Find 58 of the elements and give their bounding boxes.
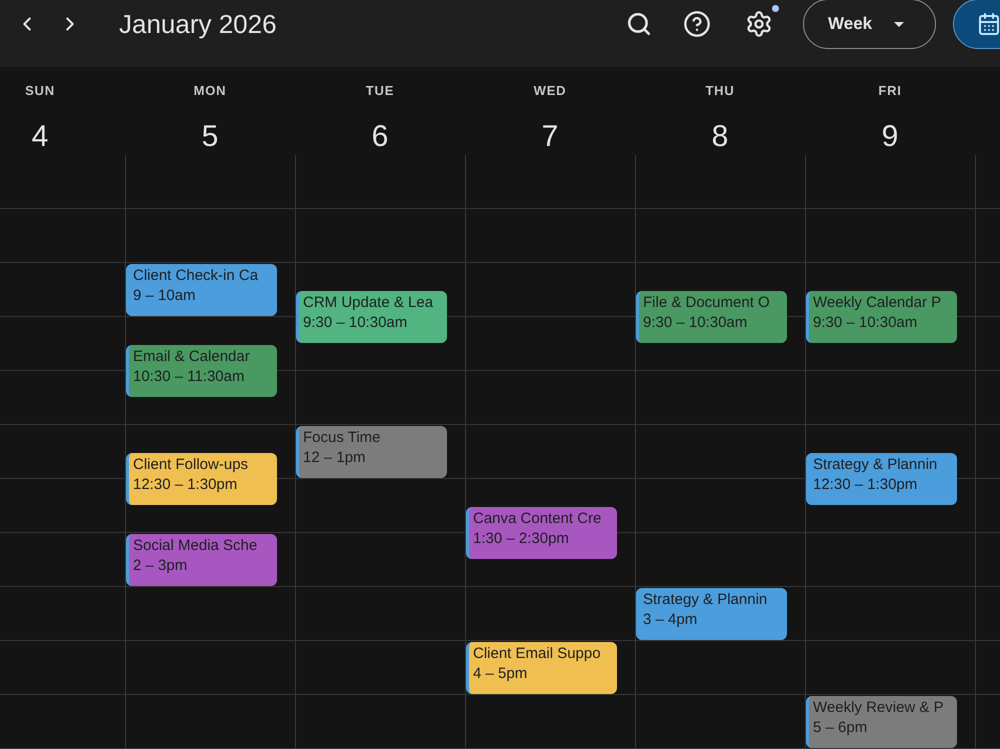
event-time: 12:30 – 1:30pm xyxy=(133,475,238,495)
event-card[interactable]: Client Email Suppo 4 – 5pm xyxy=(466,642,617,694)
event-title: Client Check-in Ca xyxy=(133,266,260,286)
help-icon xyxy=(683,10,711,38)
event-card[interactable]: Focus Time 12 – 1pm xyxy=(296,426,447,478)
event-card[interactable]: Strategy & Plannin 12:30 – 1:30pm xyxy=(806,453,957,505)
date-number[interactable]: 5 xyxy=(202,120,218,154)
event-title: File & Document O xyxy=(643,293,771,313)
weekday-label: MON xyxy=(194,82,226,100)
weekday-label: SUN xyxy=(25,82,55,100)
event-title: CRM Update & Lea xyxy=(303,293,434,313)
weekday-label: TUE xyxy=(366,82,394,100)
event-time: 2 – 3pm xyxy=(133,556,188,576)
event-card[interactable]: Weekly Calendar P 9:30 – 10:30am xyxy=(806,291,957,343)
weekday-label: WED xyxy=(534,82,566,100)
event-title: Strategy & Plannin xyxy=(643,590,768,610)
event-time: 9:30 – 10:30am xyxy=(303,313,408,333)
event-title: Social Media Sche xyxy=(133,536,258,556)
month-title: January 2026 xyxy=(119,8,277,41)
event-card[interactable]: Canva Content Cre 1:30 – 2:30pm xyxy=(466,507,617,559)
event-time: 4 – 5pm xyxy=(473,664,528,684)
date-number[interactable]: 8 xyxy=(712,120,728,154)
date-number[interactable]: 9 xyxy=(882,120,898,154)
event-time: 1:30 – 2:30pm xyxy=(473,529,570,549)
event-card[interactable]: Client Follow-ups 12:30 – 1:30pm xyxy=(126,453,277,505)
event-title: Email & Calendar xyxy=(133,347,251,367)
event-time: 3 – 4pm xyxy=(643,610,698,630)
event-title: Client Follow-ups xyxy=(133,455,250,475)
event-title: Canva Content Cre xyxy=(473,509,602,529)
search-icon xyxy=(626,11,652,37)
weekday-label: THU xyxy=(705,82,735,100)
view-dropdown-button[interactable]: Week xyxy=(803,0,936,49)
caret-down-icon xyxy=(894,22,904,26)
event-title: Weekly Review & P xyxy=(813,698,945,718)
settings-icon xyxy=(745,10,773,38)
event-card[interactable]: File & Document O 9:30 – 10:30am xyxy=(636,291,787,343)
event-card[interactable]: Client Check-in Ca 9 – 10am xyxy=(126,264,277,316)
event-time: 9:30 – 10:30am xyxy=(813,313,918,333)
event-time: 9:30 – 10:30am xyxy=(643,313,748,333)
date-number[interactable]: 7 xyxy=(542,120,558,154)
date-number[interactable]: 6 xyxy=(372,120,388,154)
calendar-icon xyxy=(977,12,1000,36)
weekday-label: FRI xyxy=(878,82,902,100)
event-card[interactable]: Strategy & Plannin 3 – 4pm xyxy=(636,588,787,640)
event-time: 10:30 – 11:30am xyxy=(133,367,246,387)
event-card[interactable]: CRM Update & Lea 9:30 – 10:30am xyxy=(296,291,447,343)
event-card[interactable]: Social Media Sche 2 – 3pm xyxy=(126,534,277,586)
event-time: 9 – 10am xyxy=(133,286,197,306)
event-time: 12 – 1pm xyxy=(303,448,367,468)
event-title: Client Email Suppo xyxy=(473,644,602,664)
date-number[interactable]: 4 xyxy=(32,120,48,154)
event-card[interactable]: Email & Calendar 10:30 – 11:30am xyxy=(126,345,277,397)
event-title: Strategy & Plannin xyxy=(813,455,938,475)
event-title: Focus Time xyxy=(303,428,382,448)
event-time: 12:30 – 1:30pm xyxy=(813,475,918,495)
event-title: Weekly Calendar P xyxy=(813,293,942,313)
event-time: 5 – 6pm xyxy=(813,718,868,738)
event-card[interactable]: Weekly Review & P 5 – 6pm xyxy=(806,696,957,748)
